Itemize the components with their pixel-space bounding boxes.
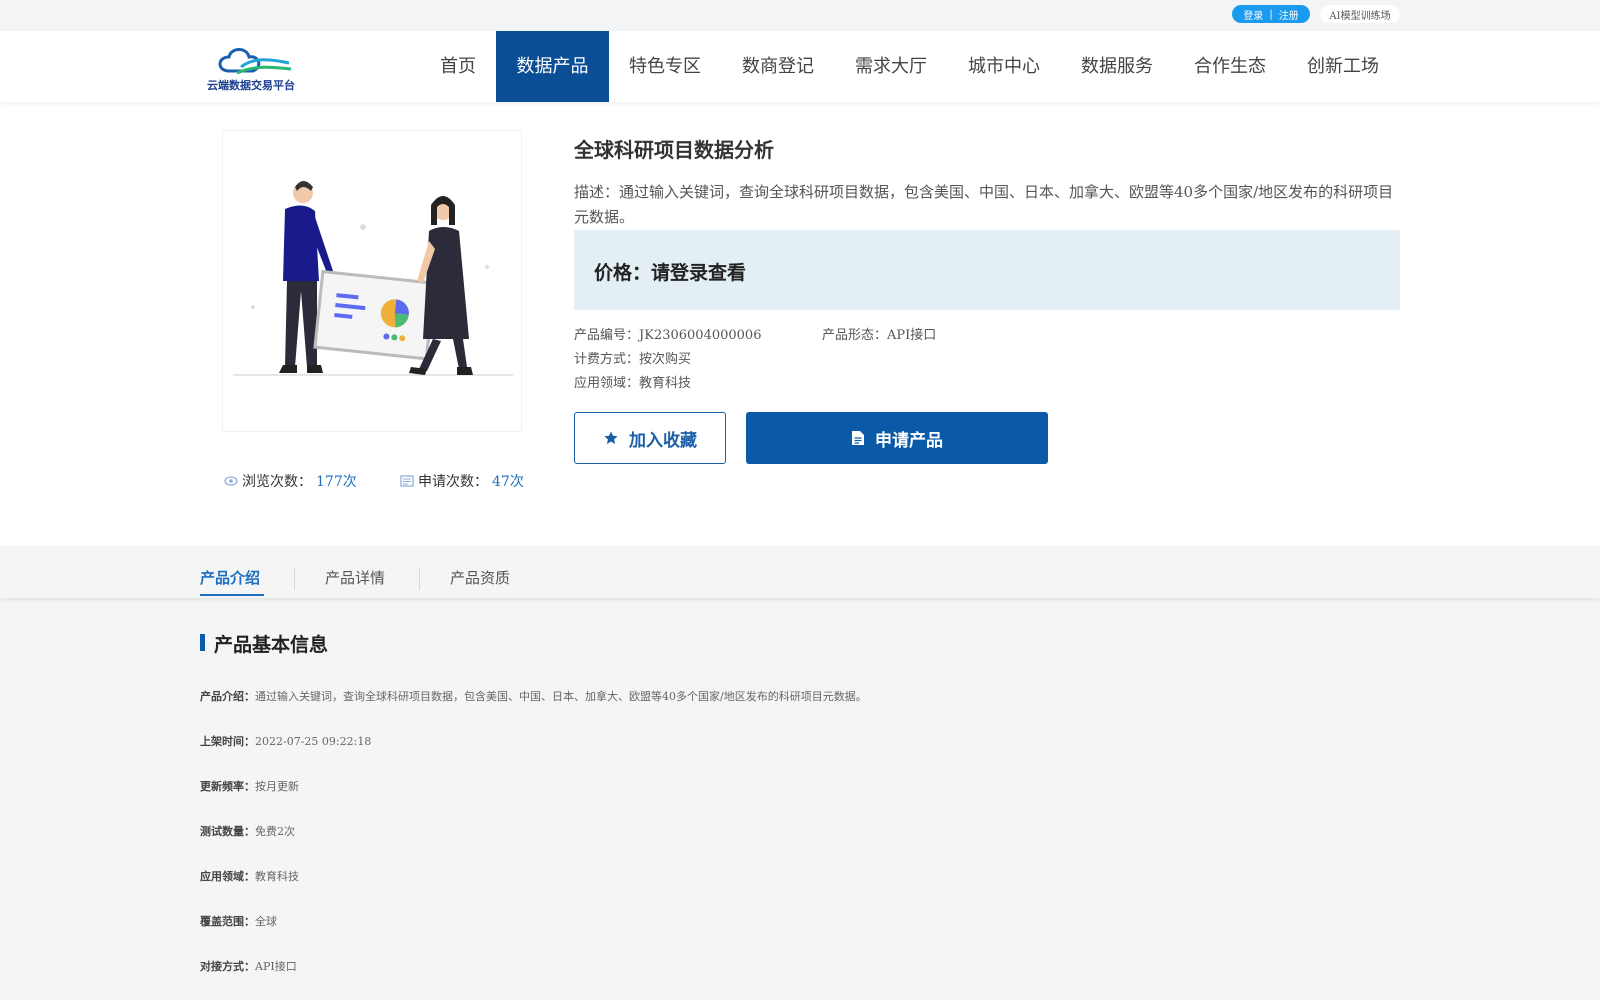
view-count-value: 177次 bbox=[316, 474, 357, 490]
tab-qualifications[interactable]: 产品资质 bbox=[450, 567, 510, 588]
info-label: 对接方式： bbox=[200, 960, 255, 973]
cloud-logo-icon bbox=[218, 48, 292, 75]
tab-introduction[interactable]: 产品介绍 bbox=[200, 567, 260, 588]
logo-text: 云端数据交易平台 bbox=[207, 79, 295, 92]
tab-divider bbox=[294, 568, 295, 590]
product-title: 全球科研项目数据分析 bbox=[574, 138, 774, 162]
product-code: 产品编号：JK2306004000006 bbox=[574, 324, 761, 343]
apply-product-button[interactable]: 申请产品 bbox=[746, 412, 1048, 464]
info-row-integration-method: 对接方式：API接口 bbox=[200, 958, 297, 974]
nav-demand-hall[interactable]: 需求大厅 bbox=[848, 31, 934, 102]
info-row-listing-time: 上架时间：2022-07-25 09:22:18 bbox=[200, 733, 371, 749]
nav-featured-zone[interactable]: 特色专区 bbox=[622, 31, 708, 102]
view-count: 浏览次数： 177次 bbox=[224, 471, 357, 491]
section-title: 产品基本信息 bbox=[200, 630, 328, 657]
info-label: 上架时间： bbox=[200, 735, 255, 748]
product-form-value: API接口 bbox=[887, 328, 937, 343]
nav-data-products[interactable]: 数据产品 bbox=[496, 31, 609, 102]
ai-training-link[interactable]: AI模型训练场 bbox=[1320, 5, 1400, 23]
document-list-icon bbox=[400, 475, 414, 487]
nav-partner-ecosystem[interactable]: 合作生态 bbox=[1187, 31, 1273, 102]
info-value: 2022-07-25 09:22:18 bbox=[255, 735, 372, 748]
info-value: API接口 bbox=[255, 960, 297, 973]
register-link[interactable]: 注册 bbox=[1279, 7, 1299, 22]
top-utility-bar: 登录 | 注册 AI模型训练场 bbox=[0, 0, 1600, 31]
info-value: 按月更新 bbox=[255, 780, 299, 793]
product-description: 描述：通过输入关键词，查询全球科研项目数据，包含美国、中国、日本、加拿大、欧盟等… bbox=[574, 183, 1394, 226]
view-count-label: 浏览次数： bbox=[242, 474, 312, 490]
document-icon bbox=[852, 431, 864, 445]
nav-merchant-registry[interactable]: 数商登记 bbox=[735, 31, 821, 102]
info-value: 通过输入关键词，查询全球科研项目数据，包含美国、中国、日本、加拿大、欧盟等40多… bbox=[255, 690, 867, 703]
product-code-value: JK2306004000006 bbox=[639, 328, 762, 343]
tab-details[interactable]: 产品详情 bbox=[325, 567, 385, 588]
auth-pill: 登录 | 注册 bbox=[1232, 5, 1310, 23]
price-panel: 价格：请登录查看 bbox=[574, 230, 1400, 310]
info-label: 更新频率： bbox=[200, 780, 255, 793]
nav-home[interactable]: 首页 bbox=[430, 31, 486, 102]
product-form-label: 产品形态： bbox=[822, 328, 888, 343]
info-label: 覆盖范围： bbox=[200, 915, 255, 928]
price-text: 价格：请登录查看 bbox=[594, 262, 747, 284]
product-tabs: 产品介绍 产品详情 产品资质 bbox=[0, 546, 1600, 598]
info-row-application-field: 应用领域：教育科技 bbox=[200, 868, 299, 884]
info-label: 产品介绍： bbox=[200, 690, 255, 703]
info-row-introduction: 产品介绍：通过输入关键词，查询全球科研项目数据，包含美国、中国、日本、加拿大、欧… bbox=[200, 688, 867, 704]
billing-method: 计费方式：按次购买 bbox=[574, 348, 691, 367]
nav-data-services[interactable]: 数据服务 bbox=[1074, 31, 1160, 102]
info-label: 应用领域： bbox=[200, 870, 255, 883]
nav-innovation-workshop[interactable]: 创新工场 bbox=[1300, 31, 1386, 102]
apply-count-label: 申请次数： bbox=[418, 474, 488, 490]
product-code-label: 产品编号： bbox=[574, 328, 640, 343]
info-value: 免费2次 bbox=[255, 825, 295, 838]
product-form: 产品形态：API接口 bbox=[822, 324, 936, 343]
info-label: 测试数量： bbox=[200, 825, 255, 838]
application-field-value: 教育科技 bbox=[639, 376, 692, 391]
billing-method-value: 按次购买 bbox=[639, 352, 692, 367]
site-logo[interactable]: 云端数据交易平台 bbox=[207, 41, 301, 93]
auth-separator: | bbox=[1269, 8, 1273, 20]
info-row-coverage: 覆盖范围：全球 bbox=[200, 913, 277, 929]
add-favorite-label: 加入收藏 bbox=[629, 430, 697, 451]
billing-method-label: 计费方式： bbox=[574, 352, 640, 367]
login-link[interactable]: 登录 bbox=[1243, 7, 1263, 22]
presentation-illustration-icon bbox=[233, 181, 513, 376]
add-favorite-button[interactable]: 加入收藏 bbox=[574, 412, 726, 464]
info-value: 全球 bbox=[255, 915, 277, 928]
info-value: 教育科技 bbox=[255, 870, 299, 883]
info-row-update-frequency: 更新频率：按月更新 bbox=[200, 778, 299, 794]
info-row-test-quota: 测试数量：免费2次 bbox=[200, 823, 295, 839]
apply-count: 申请次数： 47次 bbox=[400, 471, 524, 491]
main-header: 云端数据交易平台 首页 数据产品 特色专区 数商登记 需求大厅 城市中心 数据服… bbox=[0, 31, 1600, 102]
application-field: 应用领域：教育科技 bbox=[574, 372, 691, 391]
eye-icon bbox=[224, 476, 238, 486]
apply-count-value: 47次 bbox=[492, 474, 524, 490]
tab-divider bbox=[419, 568, 420, 590]
application-field-label: 应用领域： bbox=[574, 376, 640, 391]
apply-product-label: 申请产品 bbox=[875, 430, 943, 451]
star-icon bbox=[604, 431, 618, 444]
product-illustration bbox=[222, 130, 522, 432]
product-info-section: 产品介绍 产品详情 产品资质 产品基本信息 产品介绍：通过输入关键词，查询全球科… bbox=[0, 546, 1600, 1000]
nav-city-center[interactable]: 城市中心 bbox=[961, 31, 1047, 102]
active-tab-indicator bbox=[200, 594, 264, 596]
